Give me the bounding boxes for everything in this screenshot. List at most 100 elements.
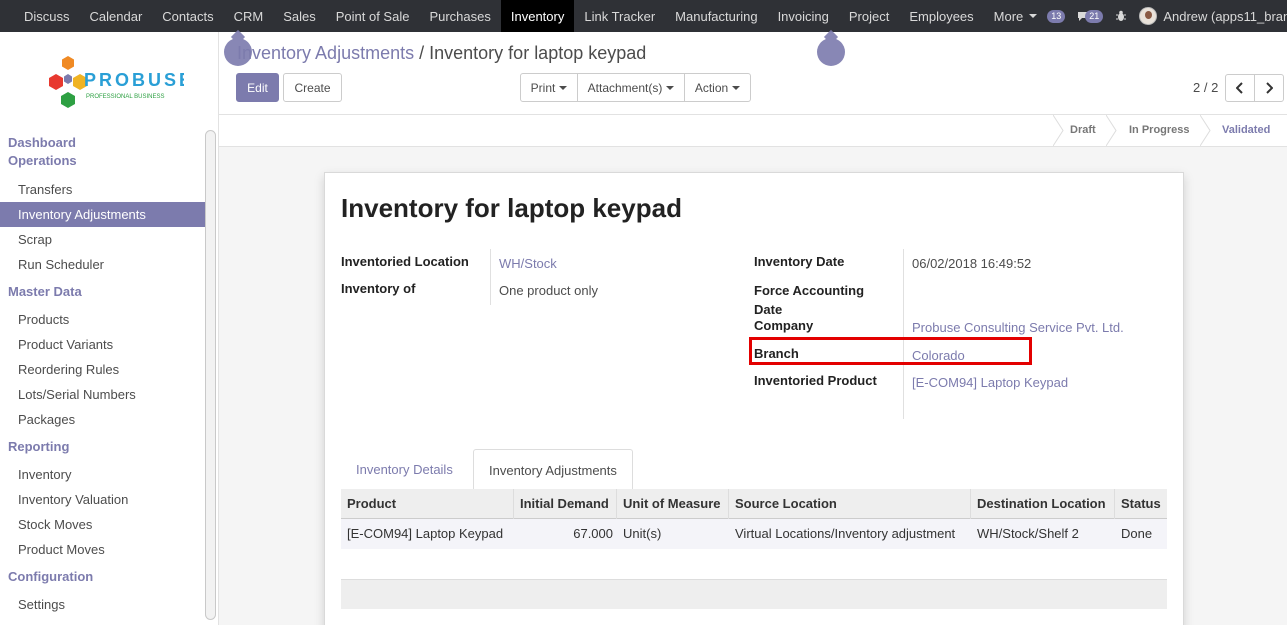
- table-row[interactable]: [E-COM94] Laptop Keypad 67.000 Unit(s) V…: [341, 519, 1167, 549]
- sidebar-item-packages[interactable]: Packages: [0, 407, 205, 432]
- column-destination-location[interactable]: Destination Location: [971, 489, 1115, 519]
- label-inventory-date: Inventory Date: [754, 254, 845, 269]
- pager-previous-button[interactable]: [1225, 74, 1255, 102]
- chevron-down-icon: [1029, 14, 1038, 18]
- stage-separator-icon: [1053, 115, 1064, 146]
- breadcrumb: Inventory Adjustments / Inventory for la…: [237, 43, 646, 64]
- sidebar-item-inventory-valuation[interactable]: Inventory Valuation: [0, 487, 205, 512]
- logo-tagline-text: PROFESSIONAL BUSINESS: [86, 94, 164, 100]
- bug-icon[interactable]: [1115, 10, 1127, 22]
- menu-calendar[interactable]: Calendar: [80, 0, 153, 32]
- label-inventory-of: Inventory of: [341, 281, 416, 296]
- drop-marker-icon: [817, 38, 845, 66]
- menu-project[interactable]: Project: [839, 0, 899, 32]
- breadcrumb-separator: /: [419, 43, 425, 63]
- column-status[interactable]: Status: [1115, 489, 1167, 519]
- label-company: Company: [754, 318, 814, 333]
- value-inventoried-product[interactable]: [E-COM94] Laptop Keypad: [912, 375, 1068, 390]
- app-menu: Discuss Calendar Contacts CRM Sales Poin…: [0, 0, 1047, 32]
- column-unit-of-measure[interactable]: Unit of Measure: [617, 489, 729, 519]
- sidebar-section-dashboard[interactable]: Dashboard Operations: [0, 134, 205, 170]
- stage-validated: Validated: [1222, 124, 1271, 136]
- sidebar-item-run-scheduler[interactable]: Run Scheduler: [0, 252, 205, 277]
- stage-separator-icon: [1106, 115, 1117, 146]
- sidebar-item-settings[interactable]: Settings: [0, 592, 205, 617]
- column-product[interactable]: Product: [341, 489, 514, 519]
- messages-indicator[interactable]: 21: [1077, 9, 1104, 23]
- sidebar-item-products[interactable]: Products: [0, 307, 205, 332]
- breadcrumb-parent[interactable]: Inventory Adjustments: [237, 43, 414, 63]
- action-label: Action: [694, 80, 729, 95]
- sidebar-item-inventory-adjustments[interactable]: Inventory Adjustments: [0, 202, 205, 227]
- breadcrumb-current: Inventory for laptop keypad: [429, 43, 647, 63]
- menu-point-of-sale[interactable]: Point of Sale: [326, 0, 420, 32]
- user-name: Andrew (apps11_branc...: [1163, 8, 1287, 24]
- sidebar-scrollbar[interactable]: [205, 130, 216, 620]
- print-label: Print: [530, 80, 556, 95]
- status-bar: Draft In Progress Validated: [219, 114, 1287, 147]
- messages-badge: 21: [1085, 9, 1104, 23]
- action-button[interactable]: Action: [684, 73, 751, 102]
- stage-separator-icon: [1200, 115, 1211, 146]
- record-title: Inventory for laptop keypad: [341, 193, 682, 223]
- sidebar-item-lots-serial-numbers[interactable]: Lots/Serial Numbers: [0, 382, 205, 407]
- menu-discuss[interactable]: Discuss: [14, 0, 80, 32]
- sidebar: PROBUSE PROFESSIONAL BUSINESS Dashboard O…: [0, 32, 219, 625]
- pager-next-button[interactable]: [1254, 74, 1284, 102]
- print-button[interactable]: Print: [520, 73, 578, 102]
- probuse-logo-icon: PROBUSE PROFESSIONAL BUSINESS: [49, 56, 191, 108]
- menu-more[interactable]: More: [984, 0, 1048, 32]
- branch-highlight-box: [749, 337, 1032, 365]
- create-button[interactable]: Create: [283, 73, 342, 102]
- sidebar-section-master-data: Master Data: [8, 284, 82, 299]
- sidebar-item-stock-moves[interactable]: Stock Moves: [0, 512, 205, 537]
- menu-employees[interactable]: Employees: [899, 0, 983, 32]
- chevron-down-icon: [666, 85, 675, 90]
- chevron-down-icon: [732, 85, 741, 90]
- sidebar-item-scrap[interactable]: Scrap: [0, 227, 205, 252]
- menu-crm[interactable]: CRM: [224, 0, 274, 32]
- avatar: [1139, 7, 1158, 25]
- menu-contacts[interactable]: Contacts: [152, 0, 223, 32]
- systray: 13 21 Andrew (apps11_branc...: [1047, 0, 1287, 32]
- activities-badge[interactable]: 13: [1047, 9, 1066, 23]
- label-inventoried-location: Inventoried Location: [341, 254, 469, 269]
- stage-in-progress[interactable]: In Progress: [1129, 115, 1190, 146]
- value-company[interactable]: Probuse Consulting Service Pvt. Ltd.: [912, 320, 1124, 335]
- tab-inventory-details[interactable]: Inventory Details: [341, 449, 468, 490]
- table-footer: [341, 579, 1167, 609]
- column-source-location[interactable]: Source Location: [729, 489, 971, 519]
- cell-product: [E-COM94] Laptop Keypad: [347, 526, 504, 541]
- menu-link-tracker[interactable]: Link Tracker: [574, 0, 665, 32]
- divider: [903, 249, 904, 419]
- menu-invoicing[interactable]: Invoicing: [768, 0, 839, 32]
- cell-unit-of-measure: Unit(s): [623, 526, 662, 541]
- tab-inventory-adjustments[interactable]: Inventory Adjustments: [473, 449, 633, 491]
- sidebar-item-transfers[interactable]: Transfers: [0, 177, 205, 202]
- edit-button[interactable]: Edit: [236, 73, 279, 102]
- column-initial-demand[interactable]: Initial Demand: [514, 489, 617, 519]
- value-inventory-date: 06/02/2018 16:49:52: [912, 256, 1032, 271]
- form-sheet: Inventory for laptop keypad Inventoried …: [324, 172, 1184, 625]
- sidebar-item-product-moves[interactable]: Product Moves: [0, 537, 205, 562]
- label-inventoried-product: Inventoried Product: [754, 373, 877, 388]
- menu-manufacturing[interactable]: Manufacturing: [665, 0, 767, 32]
- menu-purchases[interactable]: Purchases: [419, 0, 500, 32]
- user-menu[interactable]: Andrew (apps11_branc...: [1139, 7, 1287, 25]
- divider: [490, 249, 491, 305]
- sidebar-menu: Dashboard Operations Transfers Inventory …: [0, 132, 205, 617]
- stage-draft[interactable]: Draft: [1070, 115, 1096, 146]
- company-logo: PROBUSE PROFESSIONAL BUSINESS: [44, 44, 191, 118]
- attachments-button[interactable]: Attachment(s): [577, 73, 685, 102]
- table-header: Product Initial Demand Unit of Measure S…: [341, 489, 1167, 519]
- sidebar-item-inventory[interactable]: Inventory: [0, 462, 205, 487]
- value-inventoried-location[interactable]: WH/Stock: [499, 256, 557, 271]
- chevron-right-icon: [1266, 82, 1273, 94]
- menu-inventory[interactable]: Inventory: [500, 0, 575, 32]
- logo-brand-text: PROBUSE: [84, 70, 184, 90]
- sidebar-section-configuration: Configuration: [8, 569, 94, 584]
- sidebar-item-product-variants[interactable]: Product Variants: [0, 332, 205, 357]
- pager-value: 2 / 2: [1193, 80, 1219, 95]
- menu-sales[interactable]: Sales: [273, 0, 326, 32]
- sidebar-item-reordering-rules[interactable]: Reordering Rules: [0, 357, 205, 382]
